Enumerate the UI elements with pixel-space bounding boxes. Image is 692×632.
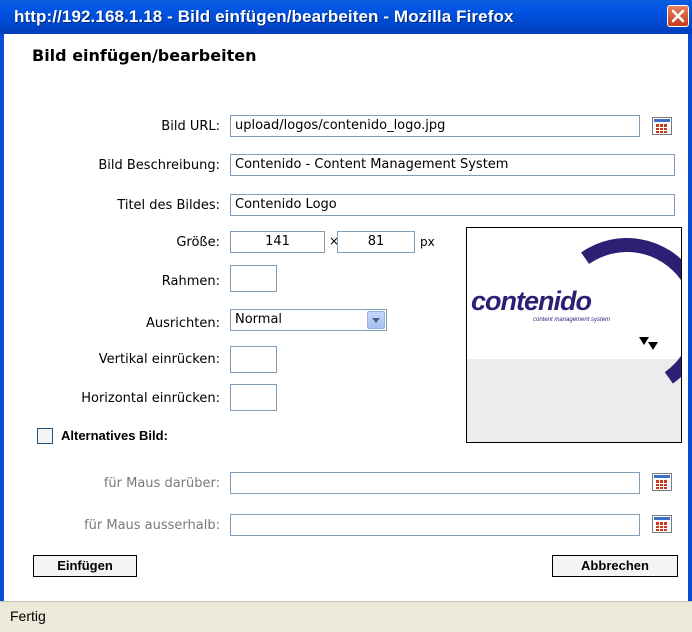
bild-url-browse-icon[interactable] [652, 117, 672, 135]
titel-input[interactable]: Contenido Logo [230, 194, 675, 216]
alternatives-bild-label: Alternatives Bild: [61, 428, 168, 443]
ausrichten-select[interactable]: Normal [230, 309, 387, 331]
beschreibung-label: Bild Beschreibung: [98, 158, 220, 173]
cancel-button[interactable]: Abbrechen [552, 555, 678, 577]
vertikal-label: Vertikal einrücken: [98, 352, 220, 367]
alternatives-bild-checkbox[interactable] [37, 428, 53, 444]
close-button[interactable] [667, 5, 689, 27]
horizontal-input[interactable] [230, 384, 277, 411]
horizontal-label: Horizontal einrücken: [81, 391, 220, 406]
window-title: http://192.168.1.18 - Bild einfügen/bear… [14, 7, 514, 26]
maus-ausserhalb-label: für Maus ausserhalb: [84, 518, 220, 533]
close-icon [671, 9, 685, 23]
ausrichten-selected: Normal [235, 312, 283, 327]
rahmen-label: Rahmen: [161, 274, 220, 289]
logo-triangle-icon [648, 342, 658, 350]
bild-url-input[interactable]: upload/logos/contenido_logo.jpg [230, 115, 640, 137]
insert-button[interactable]: Einfügen [33, 555, 137, 577]
titel-label: Titel des Bildes: [117, 198, 220, 213]
ausrichten-label: Ausrichten: [146, 316, 220, 331]
size-unit: px [420, 235, 435, 249]
chevron-down-icon[interactable] [367, 311, 385, 329]
beschreibung-input[interactable]: Contenido - Content Management System [230, 154, 675, 176]
status-text: Fertig [10, 608, 46, 624]
maus-ausserhalb-input[interactable] [230, 514, 640, 536]
dialog-title: Bild einfügen/bearbeiten [32, 46, 257, 65]
groesse-label: Größe: [176, 235, 220, 250]
maus-ausserhalb-browse-icon[interactable] [652, 515, 672, 533]
rahmen-input[interactable] [230, 265, 277, 292]
bild-url-label: Bild URL: [161, 119, 220, 134]
vertikal-input[interactable] [230, 346, 277, 373]
maus-darueber-label: für Maus darüber: [103, 476, 220, 491]
window-titlebar: http://192.168.1.18 - Bild einfügen/bear… [0, 0, 692, 35]
maus-darueber-input[interactable] [230, 472, 640, 494]
logo-tagline: content management system [533, 317, 611, 323]
status-bar: Fertig [0, 601, 692, 632]
maus-darueber-browse-icon[interactable] [652, 473, 672, 491]
height-input[interactable]: 81 [337, 231, 415, 253]
width-input[interactable]: 141 [230, 231, 325, 253]
image-preview: contenido content management system [466, 227, 682, 443]
logo-wordmark: contenido [471, 286, 592, 316]
